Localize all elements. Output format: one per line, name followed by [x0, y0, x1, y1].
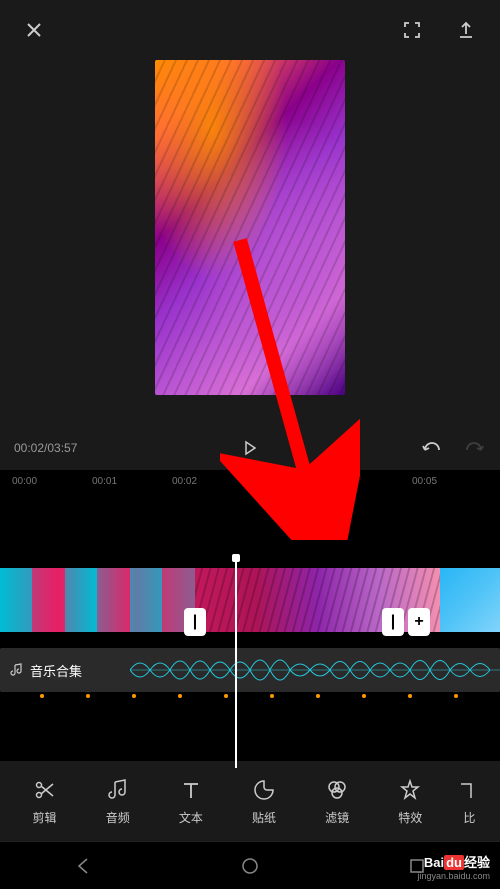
audio-waveform [130, 648, 500, 692]
nav-back[interactable] [69, 852, 97, 880]
trim-handle-left[interactable]: | [382, 608, 404, 636]
tool-edit[interactable]: 剪辑 [16, 777, 74, 826]
tool-label: 特效 [398, 809, 422, 826]
tool-label: 比 [463, 809, 475, 826]
ruler-tick: 00:04 [332, 476, 357, 487]
filter-icon [324, 777, 350, 803]
scissors-icon [32, 777, 58, 803]
close-button[interactable] [22, 18, 46, 42]
beat-markers [0, 694, 500, 700]
nav-home[interactable] [236, 852, 264, 880]
tool-label: 滤镜 [325, 809, 349, 826]
add-clip-button[interactable]: + [408, 608, 430, 636]
video-track[interactable]: | | + [0, 568, 500, 632]
preview-area [0, 60, 500, 425]
trim-handle-right[interactable]: | [184, 608, 206, 636]
preview-video[interactable] [155, 60, 345, 395]
star-icon [397, 777, 423, 803]
crop-icon [456, 777, 482, 803]
tool-label: 剪辑 [33, 809, 57, 826]
timeline-ruler[interactable]: 00:00 00:01 00:02 00:03 00:04 00:05 [0, 470, 500, 498]
tool-ratio[interactable]: 比 [454, 777, 484, 826]
tool-label: 文本 [179, 809, 203, 826]
video-clip[interactable]: | [0, 568, 195, 632]
text-icon [178, 777, 204, 803]
tool-filter[interactable]: 滤镜 [308, 777, 366, 826]
undo-button[interactable] [420, 436, 444, 460]
ruler-tick: 00:05 [412, 476, 437, 487]
fullscreen-button[interactable] [400, 18, 424, 42]
playhead[interactable] [235, 558, 237, 768]
tool-effects[interactable]: 特效 [381, 777, 439, 826]
playback-controls: 00:02/03:57 [0, 425, 500, 470]
tool-sticker[interactable]: 贴纸 [235, 777, 293, 826]
tool-label: 音频 [106, 809, 130, 826]
music-note-icon [10, 663, 24, 677]
export-button[interactable] [454, 18, 478, 42]
tool-label: 贴纸 [252, 809, 276, 826]
play-button[interactable] [238, 436, 262, 460]
audio-track[interactable]: 音乐合集 [0, 648, 500, 692]
tool-text[interactable]: 文本 [162, 777, 220, 826]
tool-bar: 剪辑 音频 文本 贴纸 滤镜 特效 比 [0, 761, 500, 841]
ruler-tick: 00:01 [92, 476, 117, 487]
audio-label: 音乐合集 [0, 661, 92, 680]
ruler-tick: 00:02 [172, 476, 197, 487]
time-display: 00:02/03:57 [14, 441, 77, 455]
video-clip[interactable] [440, 568, 500, 632]
redo-button[interactable] [462, 436, 486, 460]
music-note-icon [105, 777, 131, 803]
ruler-tick: 00:00 [12, 476, 37, 487]
tool-audio[interactable]: 音频 [89, 777, 147, 826]
ruler-tick: 00:03 [252, 476, 277, 487]
sticker-icon [251, 777, 277, 803]
video-clip[interactable]: | + [195, 568, 440, 632]
watermark: Baidu经验 jingyan.baidu.com [417, 852, 490, 881]
